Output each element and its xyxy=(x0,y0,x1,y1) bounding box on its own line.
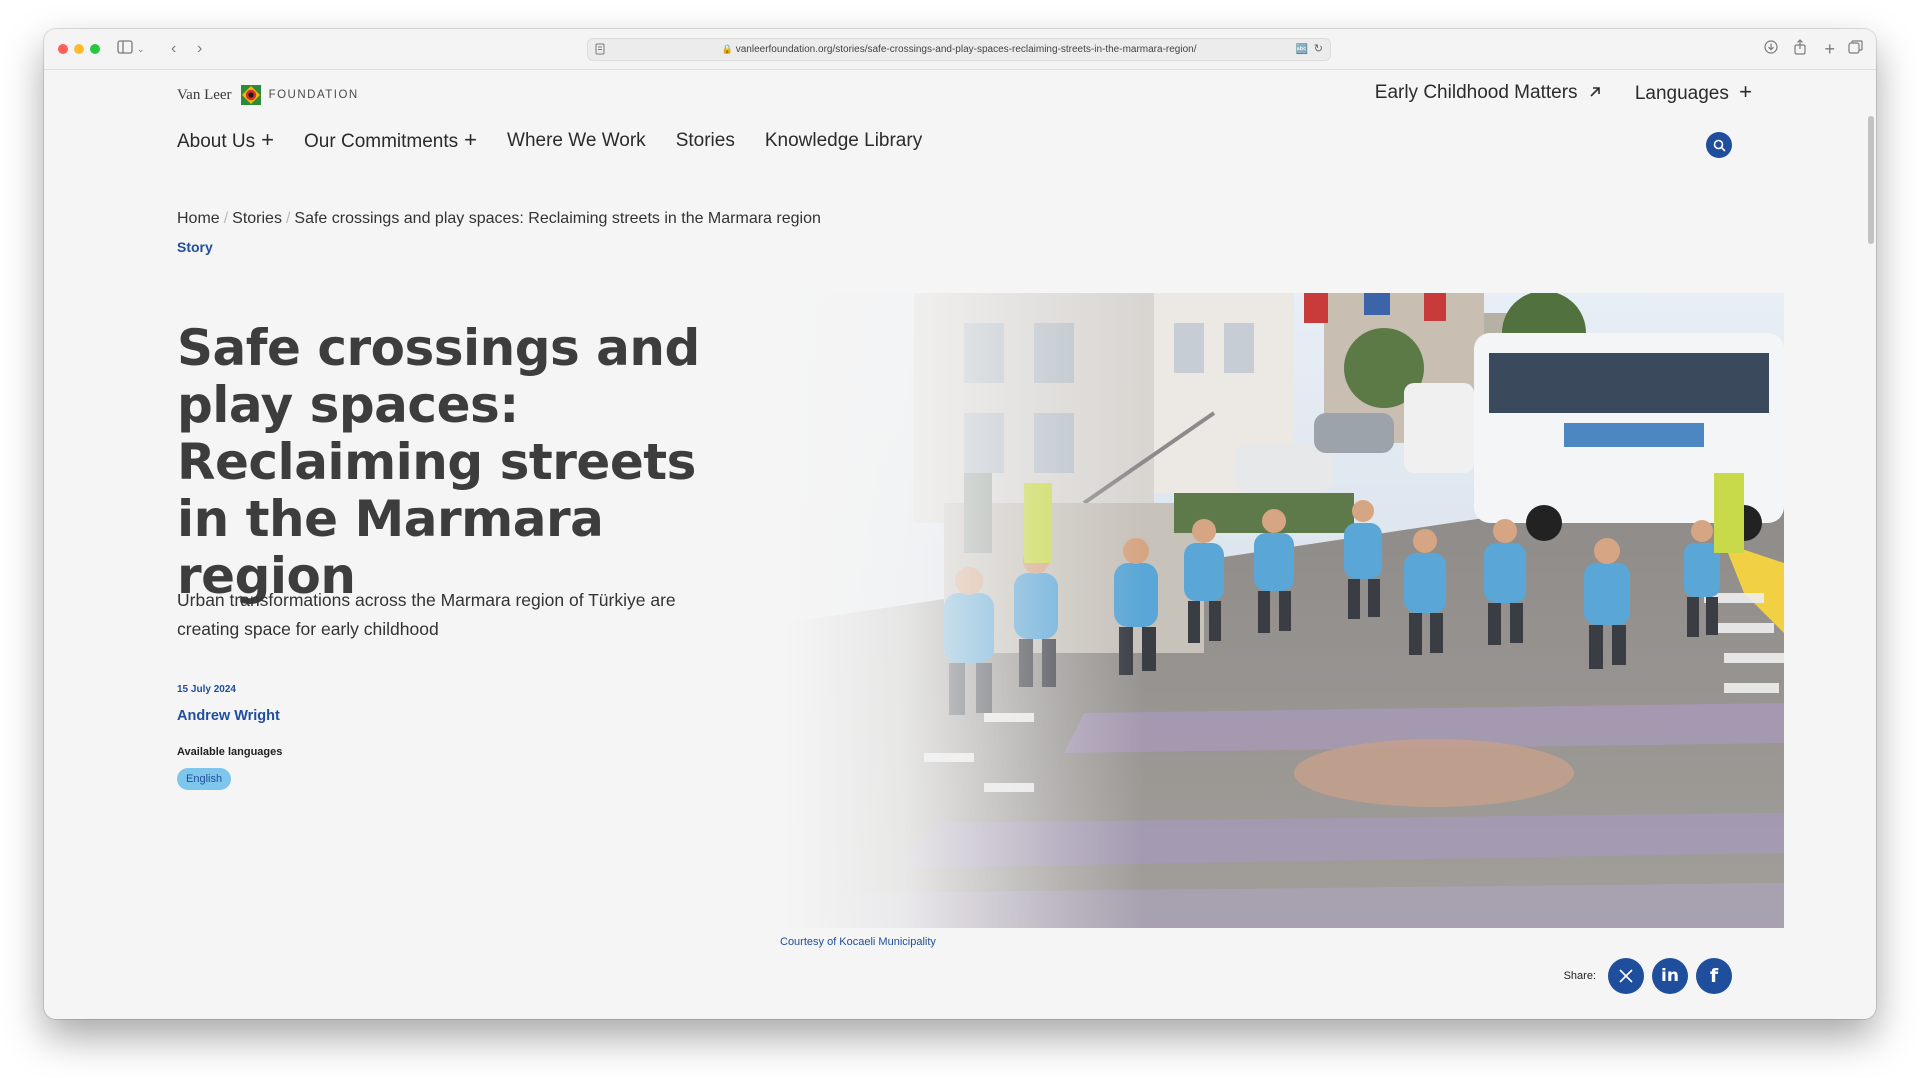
breadcrumb-separator: / xyxy=(285,210,291,227)
share-label: Share: xyxy=(1563,970,1596,982)
share-icon[interactable] xyxy=(1793,39,1807,60)
author-link[interactable]: Andrew Wright xyxy=(177,708,280,724)
chevron-down-icon[interactable]: ⌄ xyxy=(137,39,145,59)
early-childhood-matters-label: Early Childhood Matters xyxy=(1374,82,1578,103)
plus-icon: + xyxy=(1739,79,1752,104)
nav-item-where-we-work[interactable]: Where We Work xyxy=(507,130,646,153)
language-pill-english[interactable]: English xyxy=(177,768,232,790)
translate-icon[interactable]: 🔤 xyxy=(1296,39,1308,60)
utility-nav: Early Childhood Matters Languages + xyxy=(1375,79,1752,105)
hero-image xyxy=(784,293,1784,928)
nav-item-label: Our Commitments xyxy=(304,131,459,152)
share-facebook-button[interactable]: f xyxy=(1696,958,1732,994)
browser-toolbar: ⌄ ‹ › 🔒 vanleerfoundation.org/stories/saf… xyxy=(44,29,1876,70)
nav-item-stories[interactable]: Stories xyxy=(676,130,735,153)
publish-date: 15 July 2024 xyxy=(177,684,236,695)
reload-icon[interactable]: ↻ xyxy=(1314,39,1323,60)
address-bar[interactable]: 🔒 vanleerfoundation.org/stories/safe-cros… xyxy=(587,38,1331,61)
window-minimize-icon[interactable] xyxy=(74,44,84,54)
download-icon[interactable] xyxy=(1764,39,1778,59)
plus-icon: + xyxy=(261,127,275,152)
web-page: Van Leer FOUNDATION Early Childhood Matt… xyxy=(44,70,1876,1019)
breadcrumb-stories[interactable]: Stories xyxy=(232,210,282,227)
external-arrow-icon xyxy=(1589,82,1601,103)
breadcrumb-separator: / xyxy=(223,210,229,227)
x-logo-icon xyxy=(1619,969,1633,983)
linkedin-logo-icon: in xyxy=(1661,966,1679,986)
page-title: Safe crossings and play spaces: Reclaimi… xyxy=(177,319,700,605)
breadcrumb-current: Safe crossings and play spaces: Reclaimi… xyxy=(294,210,821,227)
browser-window: ⌄ ‹ › 🔒 vanleerfoundation.org/stories/saf… xyxy=(44,29,1876,1019)
available-languages-label: Available languages xyxy=(177,746,283,758)
lock-icon: 🔒 xyxy=(721,44,733,54)
breadcrumb: Home / Stories / Safe crossings and play spa… xyxy=(177,210,821,228)
nav-item-label: Where We Work xyxy=(507,130,646,151)
new-tab-icon[interactable]: + xyxy=(1824,39,1835,59)
scrollbar[interactable] xyxy=(1868,116,1874,244)
languages-label: Languages xyxy=(1634,83,1729,104)
back-arrow-icon[interactable]: ‹ xyxy=(171,39,176,59)
plus-icon: + xyxy=(464,127,478,152)
nav-item-label: Knowledge Library xyxy=(764,130,923,151)
logo-suffix-text: FOUNDATION xyxy=(268,89,359,101)
window-close-icon[interactable] xyxy=(58,44,68,54)
logo-mark-icon xyxy=(240,85,261,105)
main-nav: About Us + Our Commitments + Where We Work… xyxy=(177,127,922,153)
window-zoom-icon[interactable] xyxy=(90,44,100,54)
nav-item-label: About Us xyxy=(177,131,256,152)
sidebar-toggle-icon[interactable] xyxy=(117,39,133,59)
logo-brand-text: Van Leer xyxy=(177,86,232,103)
share-bar: Share: in f xyxy=(1564,958,1732,994)
search-button[interactable] xyxy=(1706,132,1732,158)
tab-overview-icon[interactable] xyxy=(1848,39,1863,59)
image-caption: Courtesy of Kocaeli Municipality xyxy=(780,936,936,948)
nav-item-label: Stories xyxy=(675,130,735,151)
facebook-logo-icon: f xyxy=(1709,965,1719,987)
breadcrumb-home[interactable]: Home xyxy=(177,210,220,227)
nav-item-our-commitments[interactable]: Our Commitments + xyxy=(304,127,478,153)
search-icon xyxy=(1713,139,1726,152)
share-linkedin-button[interactable]: in xyxy=(1652,958,1688,994)
share-x-button[interactable] xyxy=(1608,958,1644,994)
site-logo[interactable]: Van Leer FOUNDATION xyxy=(177,84,359,106)
url-text[interactable]: vanleerfoundation.org/stories/safe-cross… xyxy=(736,44,1197,55)
reader-mode-icon[interactable] xyxy=(595,39,605,60)
nav-item-knowledge-library[interactable]: Knowledge Library xyxy=(765,130,922,153)
content-type-tag[interactable]: Story xyxy=(177,239,213,255)
languages-menu[interactable]: Languages + xyxy=(1634,79,1752,105)
nav-item-about-us[interactable]: About Us + xyxy=(177,127,275,153)
early-childhood-matters-link[interactable]: Early Childhood Matters xyxy=(1375,82,1601,105)
forward-arrow-icon[interactable]: › xyxy=(197,39,202,59)
article-lede: Urban transformations across the Marmara… xyxy=(177,590,676,639)
